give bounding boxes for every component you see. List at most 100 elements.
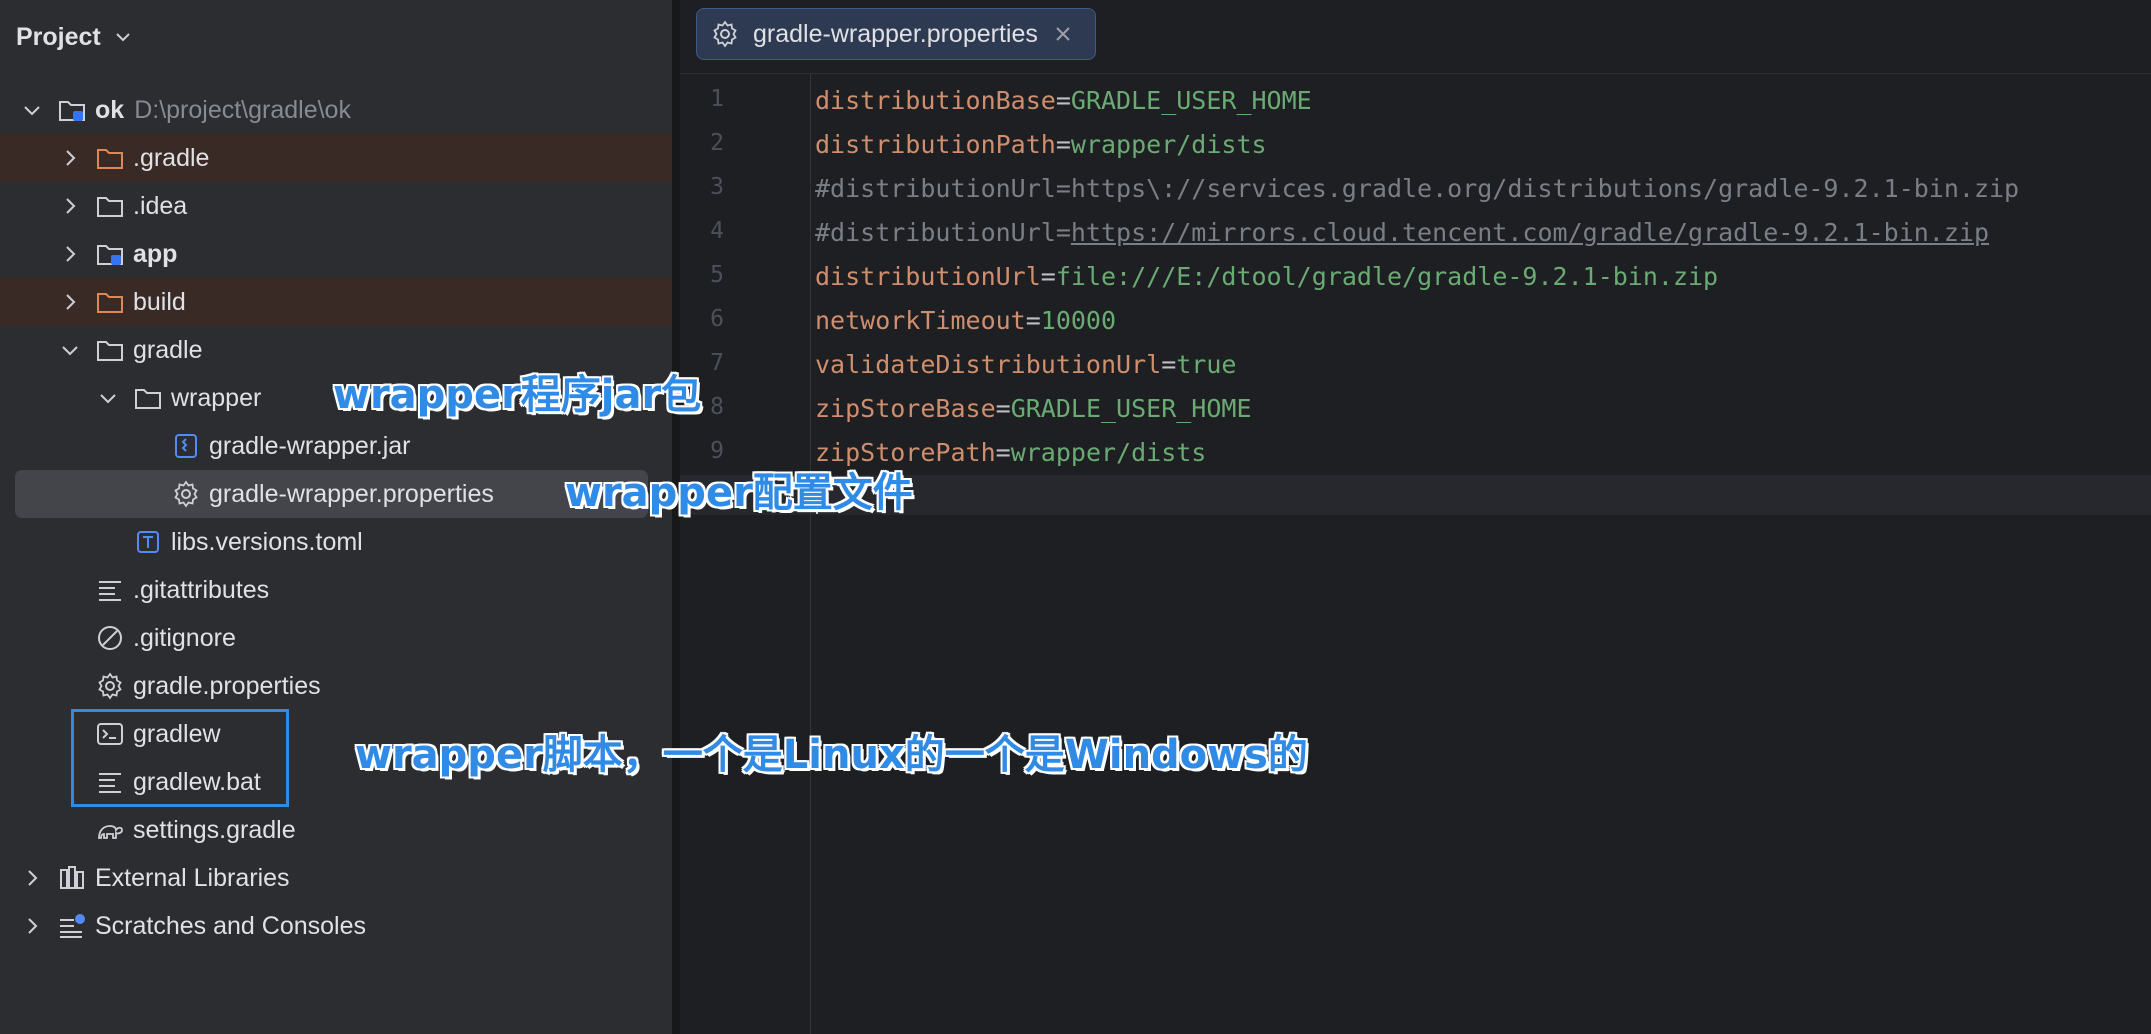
gear-icon [98, 672, 122, 700]
annotation-properties: wrapper配置文件 [565, 470, 913, 516]
property-value: wrapper/dists [1010, 438, 1207, 467]
chevron-down-icon[interactable] [20, 98, 44, 122]
equals-sign: = [995, 438, 1011, 467]
line-number: 5 [710, 262, 724, 288]
tree-item-label: External Libraries [95, 864, 290, 892]
tree-item-label: gradle [133, 336, 203, 364]
tree-item-label: libs.versions.toml [171, 528, 363, 556]
tree-item-gradle-wrapper-properties[interactable]: gradle-wrapper.properties [15, 470, 648, 518]
code-line[interactable]: 6 networkTimeout=10000 [680, 300, 2151, 344]
project-view-selector[interactable]: Project [16, 20, 133, 54]
line-number: 3 [710, 174, 724, 200]
property-value: 10000 [1040, 306, 1117, 335]
property-value: GRADLE_USER_HOME [1010, 394, 1252, 423]
tree-item-label: .gradle [133, 144, 210, 172]
chevron-down-icon [116, 33, 130, 42]
chevron-right-icon[interactable] [58, 290, 82, 314]
excluded-folder-icon [97, 293, 123, 313]
tree-item-label: gradle-wrapper.jar [209, 432, 411, 460]
tree-item-label: settings.gradle [133, 816, 296, 844]
tree-item-app[interactable]: app [0, 230, 672, 278]
tree-item-build[interactable]: build [0, 278, 672, 326]
tree-item-label: wrapper [171, 384, 262, 412]
chevron-right-icon[interactable] [20, 914, 44, 938]
module-folder-icon [59, 101, 85, 121]
code-line[interactable]: 7 validateDistributionUrl=true [680, 344, 2151, 388]
ignore-file-icon [98, 626, 122, 650]
equals-sign: = [995, 394, 1011, 423]
property-value: file:///E:/dtool/gradle/gradle-9.2.1-bin… [1055, 262, 1719, 291]
line-number: 1 [710, 86, 724, 112]
chevron-down-icon[interactable] [58, 338, 82, 362]
equals-sign: = [1055, 86, 1071, 115]
text-file-icon [99, 581, 121, 601]
code-line[interactable]: 3 #distributionUrl=https\://services.gra… [680, 168, 2151, 212]
property-key: distributionUrl [815, 262, 1041, 291]
tree-item-label: app [133, 240, 178, 268]
chevron-right-icon[interactable] [58, 242, 82, 266]
project-title: Project [16, 22, 101, 51]
equals-sign: = [1040, 262, 1056, 291]
tree-item-label: .gitignore [133, 624, 236, 652]
property-key: distributionBase [815, 86, 1056, 115]
line-number: 6 [710, 306, 724, 332]
code-line[interactable]: 8 zipStoreBase=GRADLE_USER_HOME [680, 388, 2151, 432]
tree-item-label: Scratches and Consoles [95, 912, 366, 940]
code-line[interactable]: 2 distributionPath=wrapper/dists [680, 124, 2151, 168]
gear-icon [174, 480, 198, 508]
line-number: 2 [710, 130, 724, 156]
chevron-right-icon[interactable] [58, 146, 82, 170]
tree-item-label: gradle-wrapper.properties [209, 480, 494, 508]
tree-item-label: .gitattributes [133, 576, 270, 604]
property-key: zipStoreBase [815, 394, 996, 423]
tree-item-gitattributes[interactable]: .gitattributes [0, 566, 672, 614]
comment-url-link[interactable]: https://mirrors.cloud.tencent.com/gradle… [1071, 218, 1989, 247]
property-value: true [1176, 350, 1237, 379]
close-icon[interactable] [1054, 25, 1072, 43]
property-key: networkTimeout [815, 306, 1026, 335]
chevron-right-icon[interactable] [20, 866, 44, 890]
property-key: validateDistributionUrl [815, 350, 1162, 379]
annotation-jar: wrapper程序jar包 [333, 372, 702, 418]
tree-item-label: gradle.properties [133, 672, 321, 700]
tree-item-label: .idea [133, 192, 188, 220]
excluded-folder-icon [97, 149, 123, 169]
code-line[interactable]: 4 #distributionUrl=https://mirrors.cloud… [680, 212, 2151, 256]
folder-icon [135, 389, 161, 409]
line-number: 4 [710, 218, 724, 244]
toml-file-icon [137, 531, 159, 553]
tree-item-dot-gradle[interactable]: .gradle [0, 134, 672, 182]
equals-sign: = [1055, 130, 1071, 159]
tree-item-scratches[interactable]: Scratches and Consoles [0, 902, 672, 950]
tree-item-idea[interactable]: .idea [0, 182, 672, 230]
project-path: D:\project\gradle\ok [134, 96, 351, 124]
comment: #distributionUrl= [815, 218, 1071, 247]
tree-item-label: ok [95, 96, 125, 124]
module-folder-icon [97, 245, 123, 265]
equals-sign: = [1161, 350, 1177, 379]
tree-item-gradle-properties[interactable]: gradle.properties [0, 662, 672, 710]
gradle-elephant-icon [98, 825, 123, 839]
scratches-icon [60, 914, 85, 938]
annotation-highlight-box [71, 709, 289, 807]
tab-label: gradle-wrapper.properties [753, 19, 1038, 48]
tree-item-libs-versions-toml[interactable]: libs.versions.toml [0, 518, 672, 566]
property-value: wrapper/dists [1070, 130, 1267, 159]
editor-tab-gradle-wrapper-properties[interactable]: gradle-wrapper.properties [696, 8, 1096, 60]
chevron-down-icon[interactable] [96, 386, 120, 410]
folder-icon [97, 197, 123, 217]
annotation-scripts: wrapper脚本，一个是Linux的一个是Windows的 [355, 732, 1308, 778]
tree-item-external-libraries[interactable]: External Libraries [0, 854, 672, 902]
equals-sign: = [1025, 306, 1041, 335]
tree-item-settings-gradle[interactable]: settings.gradle [0, 806, 672, 854]
code-line[interactable]: 1 distributionBase=GRADLE_USER_HOME [680, 80, 2151, 124]
chevron-right-icon[interactable] [58, 194, 82, 218]
property-key: distributionPath [815, 130, 1056, 159]
tree-item-gitignore[interactable]: .gitignore [0, 614, 672, 662]
code-line[interactable]: 5 distributionUrl=file:///E:/dtool/gradl… [680, 256, 2151, 300]
tree-item-ok[interactable]: ok D:\project\gradle\ok [0, 86, 672, 134]
comment: #distributionUrl=https\://services.gradl… [815, 174, 2020, 203]
archive-file-icon [175, 434, 197, 458]
property-value: GRADLE_USER_HOME [1070, 86, 1312, 115]
gear-icon [713, 20, 737, 48]
